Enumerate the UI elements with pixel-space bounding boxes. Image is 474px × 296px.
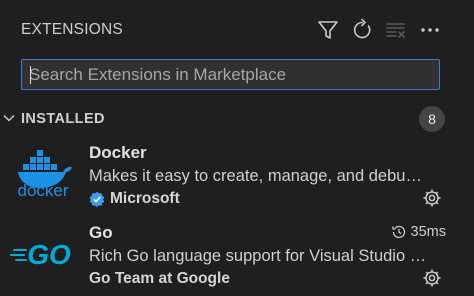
- chevron-down-icon[interactable]: [2, 111, 16, 125]
- search-box[interactable]: [21, 59, 440, 90]
- extension-description: Makes it easy to create, manage, and deb…: [89, 167, 422, 185]
- go-logo-icon: GO: [8, 220, 78, 290]
- publisher-name: Go Team at Google: [89, 270, 230, 287]
- search-input[interactable]: [29, 64, 439, 85]
- refresh-icon[interactable]: [350, 18, 374, 42]
- extensions-header: EXTENSIONS: [0, 0, 474, 58]
- publisher-name: Microsoft: [110, 190, 180, 207]
- gear-icon[interactable]: [422, 188, 442, 208]
- extension-publisher: Go Team at Google: [89, 270, 230, 288]
- extension-name: Docker: [89, 143, 147, 162]
- extension-item-go[interactable]: GO Go 35ms Rich Go language support for …: [0, 220, 474, 296]
- gear-icon[interactable]: [422, 268, 442, 288]
- panel-title: EXTENSIONS: [21, 21, 123, 38]
- text-cursor: [30, 66, 31, 84]
- filter-icon[interactable]: [316, 18, 340, 42]
- more-icon[interactable]: [418, 18, 442, 42]
- installed-section-header[interactable]: INSTALLED 8: [0, 106, 474, 132]
- extension-publisher: Microsoft: [89, 190, 180, 208]
- extension-description: Rich Go language support for Visual Stud…: [89, 247, 427, 265]
- docker-logo-text: docker: [17, 181, 68, 200]
- section-label: INSTALLED: [21, 111, 105, 127]
- history-icon: [391, 225, 405, 239]
- verified-publisher-icon: [89, 191, 105, 207]
- activation-time-value: 35ms: [410, 224, 446, 240]
- go-logo-text: GO: [27, 239, 71, 270]
- docker-logo-icon: docker: [8, 140, 78, 210]
- clear-icon[interactable]: [384, 18, 408, 42]
- extension-name: Go: [89, 223, 113, 242]
- extension-item-docker[interactable]: docker Docker Makes it easy to create, m…: [0, 140, 474, 216]
- installed-count-badge: 8: [419, 106, 445, 132]
- activation-time: 35ms: [391, 224, 446, 240]
